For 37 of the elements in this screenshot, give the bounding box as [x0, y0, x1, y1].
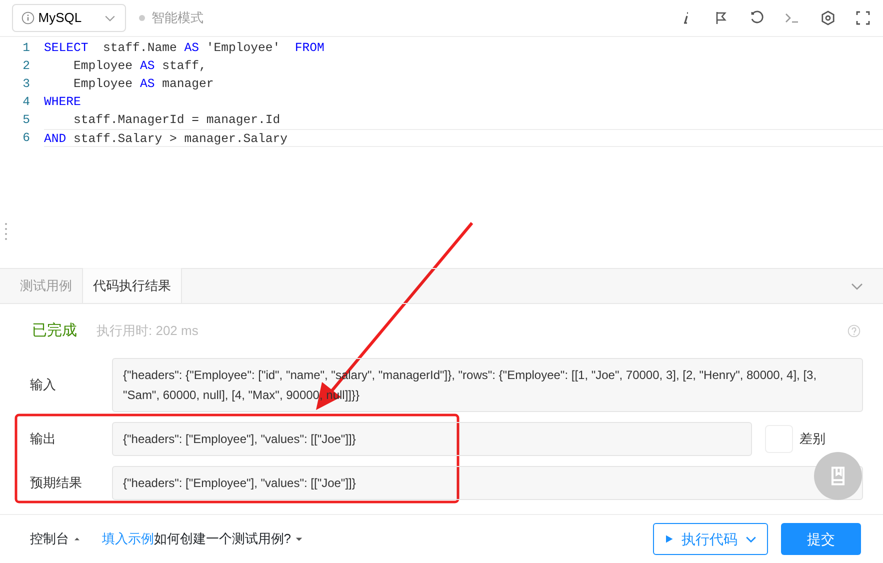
- submit-button[interactable]: 提交: [781, 523, 861, 555]
- line-number: 6: [22, 130, 31, 147]
- field-label: 预期结果: [29, 474, 83, 492]
- runtime-text: 执行用时: 202 ms: [96, 322, 198, 340]
- settings-icon[interactable]: [820, 10, 836, 26]
- language-select[interactable]: MySQL: [12, 4, 126, 32]
- code-line: WHERE: [44, 94, 81, 111]
- help-dropdown[interactable]: 如何创建一个测试用例?: [154, 529, 304, 549]
- code-line: Employee AS manager: [72, 76, 214, 93]
- status-text: 已完成: [32, 320, 77, 341]
- mode-toggle[interactable]: 智能模式: [152, 8, 204, 28]
- reset-icon[interactable]: [748, 10, 764, 26]
- fullscreen-icon[interactable]: [855, 10, 871, 26]
- fill-example-link[interactable]: 填入示例: [102, 529, 154, 549]
- info-icon: [21, 11, 35, 25]
- code-line: staff.ManagerId = manager.Id: [72, 112, 280, 129]
- help-icon[interactable]: [847, 324, 861, 338]
- result-tab[interactable]: 代码执行结果: [82, 268, 182, 303]
- line-number: 4: [22, 94, 31, 111]
- resize-handle-icon[interactable]: [4, 222, 8, 241]
- line-number: 5: [22, 112, 31, 129]
- result-value: {"headers": ["Employee"], "values": [["Joe"]]}: [112, 466, 863, 500]
- run-code-button[interactable]: 执行代码: [653, 523, 768, 555]
- result-value: {"headers": ["Employee"], "values": [["Joe"]]}: [112, 422, 752, 456]
- console-button[interactable]: 控制台: [30, 529, 82, 549]
- play-icon: [663, 533, 675, 545]
- code-line: AND staff.Salary > manager.Salary: [44, 129, 883, 147]
- floating-button[interactable]: [814, 452, 862, 500]
- field-label: 输入: [29, 376, 57, 394]
- line-number: 3: [22, 76, 31, 93]
- line-number: 1: [22, 40, 31, 57]
- code-line: Employee AS staff,: [72, 58, 206, 75]
- field-label: 输出: [29, 430, 57, 448]
- line-number: 2: [22, 58, 31, 75]
- code-line: SELECT staff.Name AS 'Employee' FROM: [44, 40, 324, 57]
- diff-label: 差别: [800, 430, 826, 448]
- result-tab[interactable]: 测试用例: [10, 268, 82, 303]
